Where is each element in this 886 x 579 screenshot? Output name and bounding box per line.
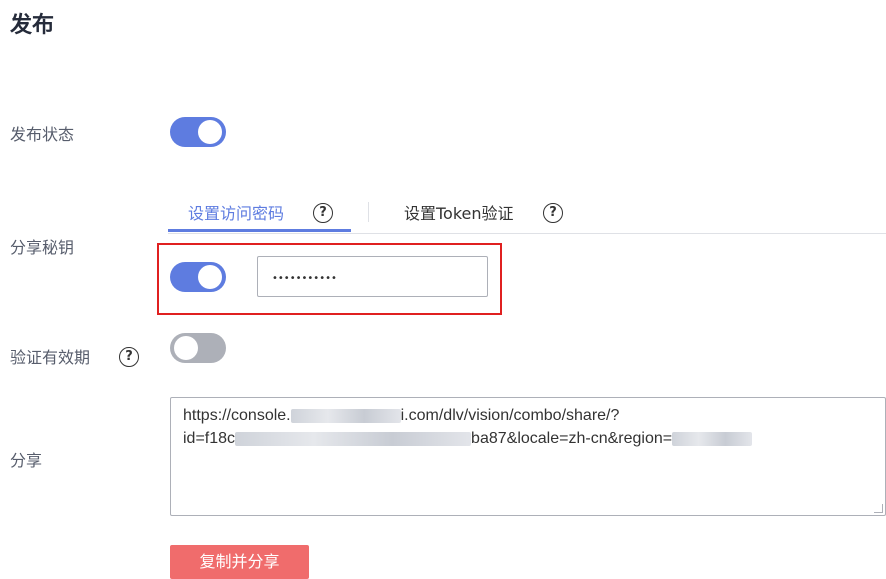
copy-and-share-label: 复制并分享	[199, 552, 280, 571]
password-value: •••••••••••	[272, 273, 337, 284]
share-key-label: 分享秘钥	[10, 238, 75, 257]
publish-status-toggle[interactable]	[170, 117, 226, 147]
active-tab-indicator	[168, 229, 351, 232]
url-text: id=f18c	[183, 430, 236, 447]
url-text: ba87&locale=zh-cn&region=	[471, 430, 673, 447]
toggle-knob	[198, 265, 222, 289]
url-text: https://console.	[183, 407, 291, 424]
share-url-line-2: id=f18c ba87&locale=zh-cn&region=	[183, 427, 873, 450]
redacted-text	[235, 431, 472, 446]
tab-token-verification-label: 设置Token验证	[404, 204, 514, 223]
toggle-knob	[174, 336, 198, 360]
help-icon[interactable]: ?	[313, 203, 333, 223]
help-icon[interactable]: ?	[543, 203, 563, 223]
validity-label: 验证有效期	[10, 348, 91, 367]
password-toggle[interactable]	[170, 262, 226, 292]
resize-handle[interactable]	[874, 504, 883, 513]
share-url-textarea[interactable]: https://console. i.com/dlv/vision/combo/s…	[170, 397, 886, 516]
redacted-text	[672, 431, 753, 446]
publish-status-label: 发布状态	[10, 125, 75, 144]
copy-and-share-button[interactable]: 复制并分享	[170, 545, 309, 579]
page-title: 发布	[10, 13, 55, 38]
redacted-text	[290, 408, 401, 423]
help-icon[interactable]: ?	[119, 347, 139, 367]
validity-toggle[interactable]	[170, 333, 226, 363]
tab-access-password[interactable]: 设置访问密码	[188, 204, 284, 224]
tabs-baseline	[168, 233, 886, 234]
share-url-line-1: https://console. i.com/dlv/vision/combo/s…	[183, 404, 873, 427]
tab-access-password-label: 设置访问密码	[188, 204, 285, 223]
tab-token-verification[interactable]: 设置Token验证	[404, 204, 514, 224]
url-text: i.com/dlv/vision/combo/share/?	[400, 407, 620, 424]
tab-divider	[368, 202, 369, 222]
toggle-knob	[198, 120, 222, 144]
password-input[interactable]: •••••••••••	[257, 256, 488, 297]
share-label: 分享	[10, 451, 43, 470]
